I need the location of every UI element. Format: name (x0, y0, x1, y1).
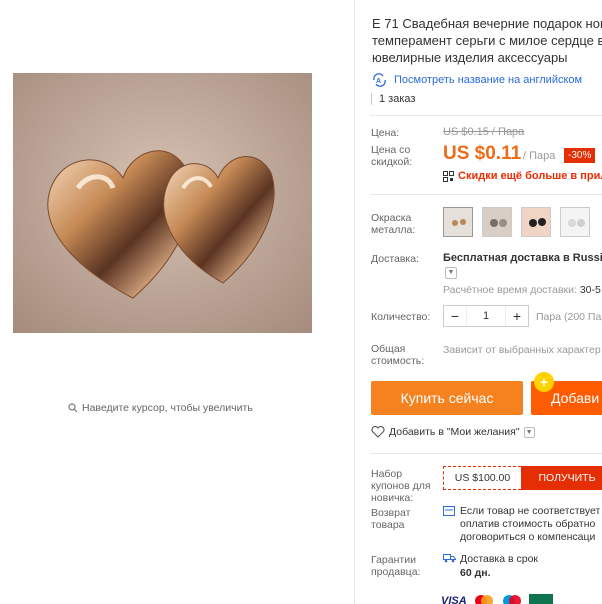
qr-code-icon (443, 170, 454, 182)
guarantee-label: Гарантии продавца: (371, 554, 421, 578)
guarantee-days: 60 дн. (460, 567, 491, 579)
price-unit: / Пара (523, 150, 556, 162)
buy-now-button[interactable]: Купить сейчас (371, 381, 523, 415)
new-user-coupon: US $100.00 ПОЛУЧИТЬ (443, 466, 602, 490)
mastercard-icon (474, 595, 493, 604)
separator (370, 115, 602, 116)
total-label: Общая стоимость: (371, 343, 425, 367)
svg-text:A: A (376, 78, 381, 85)
return-box-icon (443, 506, 455, 516)
mir-logo-icon (528, 594, 553, 604)
delivery-estimate: Расчётное время доставки: 30-5 (443, 284, 601, 296)
zoom-hint-text: Наведите курсор, чтобы увеличить (82, 402, 253, 414)
quantity-decrease-button[interactable]: − (444, 306, 466, 326)
translate-link[interactable]: A Посмотреть название на английском (371, 73, 582, 87)
returns-line: оплатив стоимость обратно (460, 518, 596, 530)
total-note: Зависит от выбранных характер (443, 344, 601, 356)
wishlist-link[interactable]: Добавить в "Мои желания" ▼ (371, 426, 535, 438)
swatch-thumb-pearl (561, 208, 589, 236)
product-title-line: темперамент серьги с милое сердце в (372, 33, 602, 48)
color-swatch[interactable] (560, 207, 590, 237)
product-gallery: Наведите курсор, чтобы увеличить (0, 0, 355, 604)
zoom-hint: Наведите курсор, чтобы увеличить (68, 402, 253, 414)
color-swatch[interactable] (521, 207, 551, 237)
metal-color-options (443, 207, 590, 237)
coupon-label: Набор купонов для новичка: (371, 468, 431, 504)
color-swatch[interactable] (443, 207, 473, 237)
product-title-line: ювелирные изделия аксессуары (372, 50, 568, 65)
price-label: Цена: (371, 127, 400, 139)
app-discount-link[interactable]: Скидки ещё больше в прилож (443, 170, 602, 182)
separator (370, 453, 602, 454)
payment-methods: VISA (371, 594, 553, 604)
returns-line: договориться о компенсаци (460, 531, 596, 543)
swatch-thumb-gold-studs (444, 208, 472, 236)
original-price: US $0.15 / Пара (443, 126, 525, 138)
coupon-amount: US $100.00 (443, 466, 521, 490)
seller-guarantee: Доставка в срок 60 дн. (443, 552, 538, 580)
product-main-image[interactable] (13, 73, 312, 333)
color-swatch[interactable] (482, 207, 512, 237)
orders-count: 1 заказ (371, 93, 415, 105)
delivery-truck-icon (443, 554, 456, 563)
chevron-down-icon[interactable]: ▼ (445, 267, 457, 279)
delivery-estimate-label: Расчётное время доставки: (443, 284, 577, 296)
sale-price: US $0.11 (443, 143, 522, 164)
metal-color-label: Окраска металла: (371, 212, 416, 236)
quantity-increase-button[interactable]: + (506, 306, 528, 326)
pack-note: Пара (200 Пар (536, 311, 602, 323)
maestro-icon (502, 595, 521, 604)
wishlist-text[interactable]: Добавить в "Мои желания" (389, 426, 520, 438)
quantity-input[interactable]: 1 (466, 306, 506, 326)
discount-badge: -30% (564, 148, 596, 163)
swatch-thumb-silver (483, 208, 511, 236)
magnifier-icon (68, 403, 78, 413)
quantity-stepper: − 1 + (443, 305, 529, 327)
delivery-estimate-value: 30-5 (579, 284, 601, 296)
chevron-down-icon[interactable]: ▼ (523, 426, 535, 438)
returns-policy: Если товар не соответствует оплатив стои… (443, 505, 600, 544)
separator (370, 194, 602, 195)
discount-price-label: Цена со скидкой: (371, 144, 413, 168)
returns-label: Возврат товара (371, 507, 411, 531)
get-coupon-button[interactable]: ПОЛУЧИТЬ (521, 466, 602, 490)
plus-icon: + (534, 372, 554, 392)
product-title: E 71 Свадебная вечерние подарок нов темп… (372, 15, 602, 66)
translate-link-text[interactable]: Посмотреть название на английском (394, 74, 582, 86)
guarantee-line: Доставка в срок (460, 553, 539, 565)
shipping-label: Доставка: (371, 253, 420, 265)
quantity-label: Количество: (371, 311, 431, 323)
app-discount-text[interactable]: Скидки ещё больше в прилож (458, 170, 602, 182)
heart-icon (371, 426, 385, 438)
returns-line: Если товар не соответствует (460, 505, 601, 517)
product-info: E 71 Свадебная вечерние подарок нов темп… (355, 0, 602, 604)
heart-earrings-photo (13, 73, 312, 333)
translate-icon: A (373, 73, 386, 87)
shipping-method[interactable]: Бесплатная доставка в Russian (443, 252, 602, 264)
swatch-thumb-black (522, 208, 550, 236)
visa-logo: VISA (441, 595, 467, 604)
product-title-line: E 71 Свадебная вечерние подарок нов (372, 16, 602, 31)
